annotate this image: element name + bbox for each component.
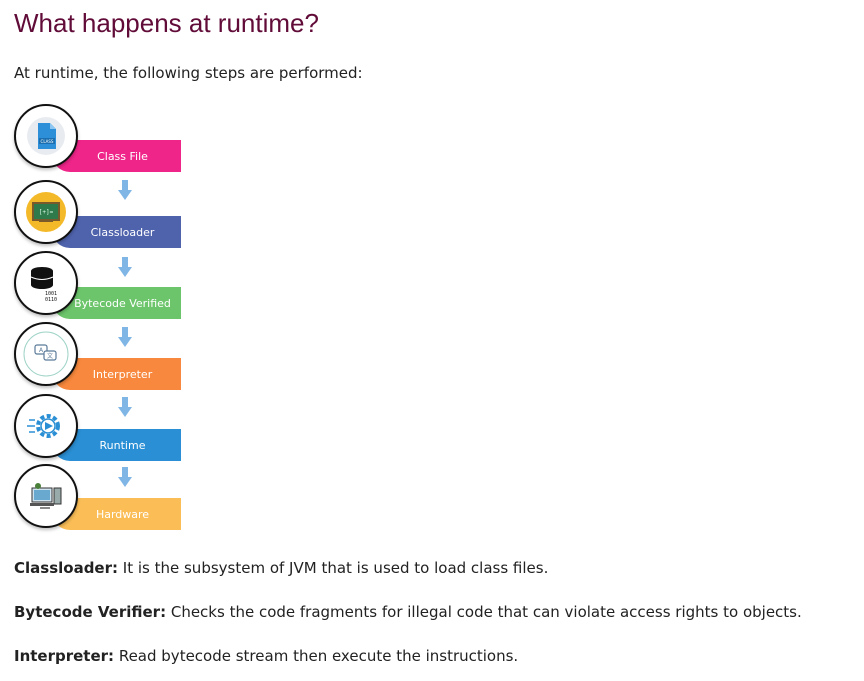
- runtime-flow-diagram: Class File CLASS Classloader [+]= Byteco…: [0, 100, 200, 540]
- definition-text: Checks the code fragments for illegal co…: [166, 603, 802, 621]
- step-hardware: Hardware: [14, 464, 186, 530]
- step-runtime: Runtime: [14, 394, 186, 461]
- svg-text:A: A: [39, 347, 44, 354]
- class-file-icon: CLASS: [14, 104, 78, 168]
- definition-text: Read bytecode stream then execute the in…: [114, 647, 519, 665]
- definition-term: Interpreter:: [14, 647, 115, 665]
- definition-interpreter: Interpreter: Read bytecode stream then e…: [14, 647, 518, 665]
- bytecode-database-icon: 1001 0110: [14, 251, 78, 315]
- definition-text: It is the subsystem of JVM that is used …: [118, 559, 549, 577]
- definition-bytecode-verifier: Bytecode Verifier: Checks the code fragm…: [14, 603, 802, 621]
- class-file-icon-text: CLASS: [41, 139, 54, 144]
- svg-text:[+]=: [+]=: [39, 209, 54, 216]
- step-interpreter: Interpreter A 文: [14, 322, 186, 390]
- intro-text: At runtime, the following steps are perf…: [14, 64, 363, 82]
- svg-text:0110: 0110: [45, 297, 57, 303]
- classloader-icon: [+]=: [14, 180, 78, 244]
- step-classloader: Classloader [+]=: [14, 180, 186, 248]
- hardware-icon: [14, 464, 78, 528]
- runtime-gear-icon: [14, 394, 78, 458]
- definition-classloader: Classloader: It is the subsystem of JVM …: [14, 559, 548, 577]
- step-class-file: Class File CLASS: [14, 104, 186, 172]
- step-bytecode-verified: Bytecode Verified 1001 0110: [14, 251, 186, 319]
- interpreter-chat-icon: A 文: [14, 322, 78, 386]
- svg-text:文: 文: [47, 352, 53, 360]
- definition-term: Bytecode Verifier:: [14, 603, 167, 621]
- definition-term: Classloader:: [14, 559, 119, 577]
- page-title: What happens at runtime?: [14, 8, 319, 38]
